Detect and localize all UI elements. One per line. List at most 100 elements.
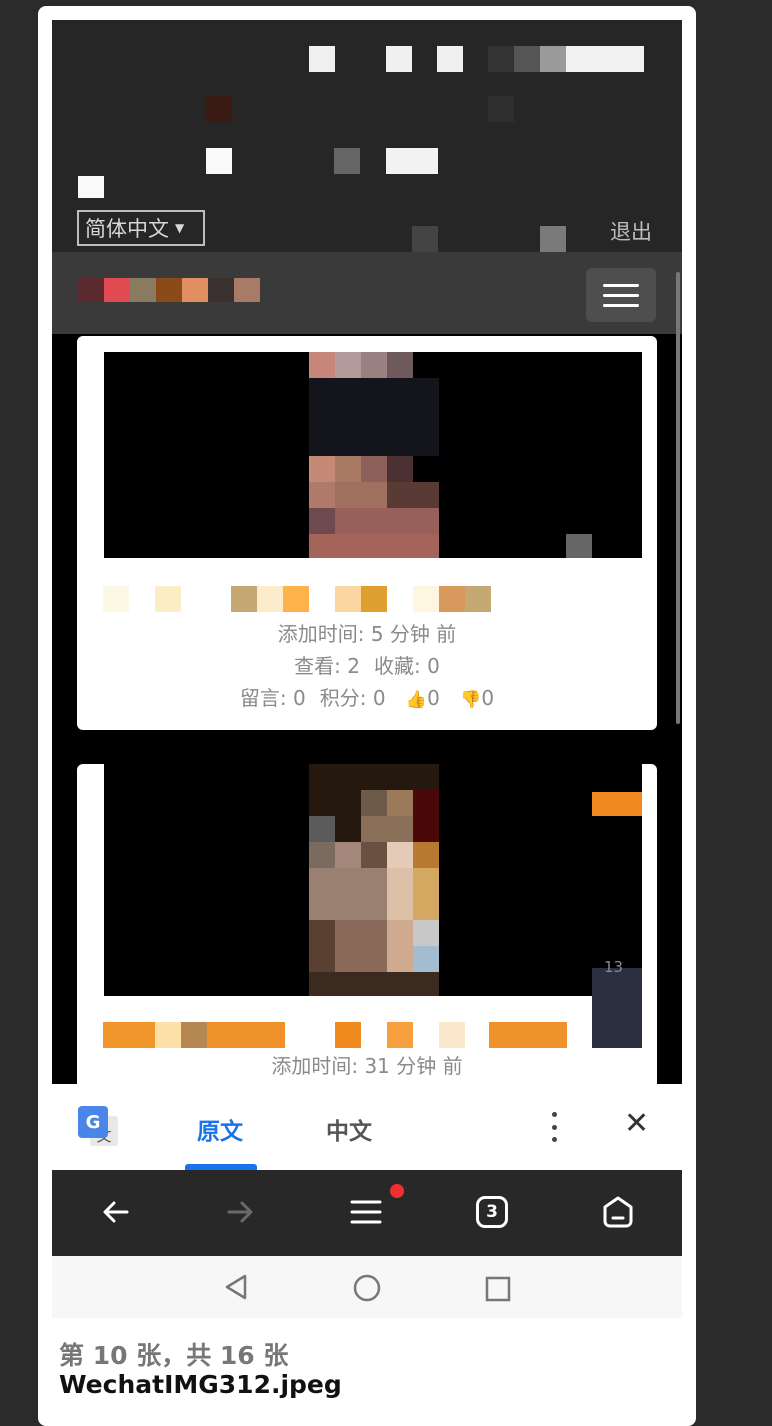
censor-block xyxy=(488,46,514,72)
card-stats-row: 查看: 2 收藏: 0 xyxy=(77,650,657,682)
forward-arrow-icon[interactable] xyxy=(220,1192,260,1232)
google-translate-icon[interactable]: 文 G xyxy=(78,1106,118,1146)
site-header: 简体中文 ▼ 退出 xyxy=(52,20,682,252)
censor-block xyxy=(437,46,463,72)
gallery-filename: WechatIMG312.jpeg xyxy=(59,1370,342,1399)
censor-block xyxy=(335,920,387,972)
censor-block xyxy=(387,456,413,482)
menu-line xyxy=(603,293,639,297)
censor-block xyxy=(335,508,439,534)
language-select[interactable]: 简体中文 ▼ xyxy=(77,210,205,246)
browser-toolbar: 3 xyxy=(52,1170,682,1256)
censor-block xyxy=(387,868,413,920)
card-added-time: 添加时间: 5 分钟 前 xyxy=(277,622,457,646)
hamburger-menu-button[interactable] xyxy=(586,268,656,322)
censor-block xyxy=(540,226,566,252)
back-arrow-icon[interactable] xyxy=(96,1192,136,1232)
censor-block xyxy=(387,842,413,868)
language-select-value: 简体中文 xyxy=(85,217,169,241)
thumbs-down-icon[interactable]: 👎 xyxy=(460,690,481,710)
tab-chinese[interactable]: 中文 xyxy=(326,1112,372,1146)
logo-censor xyxy=(156,278,182,302)
title-censor xyxy=(335,586,361,612)
video-thumbnail[interactable] xyxy=(104,352,642,558)
card-thumbs-up-count: 0 xyxy=(427,686,440,710)
chevron-down-icon: ▼ xyxy=(175,221,185,235)
video-card[interactable]: 添加时间: 5 分钟 前 查看: 2 收藏: 0 留言: 0 积分: 0 👍0 👎0 xyxy=(77,336,657,730)
censor-block xyxy=(206,148,232,174)
title-censor xyxy=(181,1022,207,1048)
tab-original[interactable]: 原文 xyxy=(197,1112,243,1146)
title-censor xyxy=(283,586,309,612)
title-censor xyxy=(103,586,129,612)
menu-line xyxy=(603,303,639,307)
home-circle-icon[interactable] xyxy=(353,1274,381,1302)
logo-censor xyxy=(78,278,104,302)
title-censor xyxy=(257,586,283,612)
video-thumbnail[interactable] xyxy=(104,764,642,996)
tab-count: 3 xyxy=(476,1196,508,1228)
close-icon[interactable]: ✕ xyxy=(624,1106,649,1141)
title-censor xyxy=(103,1022,155,1048)
censor-block xyxy=(309,508,335,534)
video-card[interactable]: 13 添加时间: 31 分钟 前 xyxy=(77,764,657,1104)
thumbs-up-icon[interactable]: 👍 xyxy=(406,690,427,710)
back-triangle-icon[interactable] xyxy=(224,1274,248,1300)
censor-block xyxy=(361,352,387,378)
censor-block xyxy=(387,790,413,816)
censor-block xyxy=(566,46,644,72)
corner-badge: 13 xyxy=(592,958,642,1048)
title-censor xyxy=(155,586,181,612)
tabs-button[interactable]: 3 xyxy=(472,1192,512,1232)
notification-dot xyxy=(390,1184,404,1198)
phone-screenshot: 简体中文 ▼ 退出 添加时间: 5 分钟 前 查看: 2 收藏: 0 留言: 0… xyxy=(52,20,682,1318)
censor-block xyxy=(309,972,439,996)
title-censor xyxy=(465,586,491,612)
censor-block xyxy=(413,868,439,920)
card-added-time: 添加时间: 31 分钟 前 xyxy=(271,1054,463,1078)
censor-block xyxy=(335,482,387,508)
title-censor xyxy=(439,586,465,612)
censor-block xyxy=(412,226,438,252)
censor-block xyxy=(413,790,439,842)
menu-line xyxy=(603,283,639,287)
censor-block xyxy=(78,176,104,198)
censor-block xyxy=(309,482,335,508)
menu-icon[interactable] xyxy=(346,1192,386,1232)
logo-censor xyxy=(130,278,156,302)
censor-block xyxy=(309,816,335,842)
corner-number: 13 xyxy=(604,958,624,976)
card-views: 查看: 2 xyxy=(294,654,360,678)
censor-block xyxy=(361,842,387,868)
censor-block xyxy=(386,148,438,174)
home-icon[interactable] xyxy=(598,1192,638,1232)
card-stats-row-2: 留言: 0 积分: 0 👍0 👎0 xyxy=(77,682,657,716)
title-censor xyxy=(439,1022,465,1048)
title-censor xyxy=(335,1022,361,1048)
censor-block xyxy=(514,46,540,72)
logout-link[interactable]: 退出 xyxy=(610,216,652,246)
censor-block xyxy=(361,816,413,842)
censor-block xyxy=(309,46,335,72)
censor-block xyxy=(387,482,439,508)
censor-block xyxy=(335,842,361,868)
censor-block xyxy=(386,46,412,72)
censor-block xyxy=(309,352,335,378)
more-options-icon[interactable] xyxy=(546,1112,562,1142)
censor-block xyxy=(334,148,360,174)
title-censor xyxy=(155,1022,181,1048)
censor-block xyxy=(309,920,335,972)
page-scrollbar[interactable] xyxy=(676,272,680,724)
recents-square-icon[interactable] xyxy=(485,1276,511,1302)
censor-block xyxy=(309,534,439,558)
censor-block xyxy=(413,842,439,868)
censor-block xyxy=(206,96,232,122)
gallery-position: 第 10 张，共 16 张 xyxy=(59,1341,289,1370)
logo-censor xyxy=(182,278,208,302)
title-censor xyxy=(361,586,387,612)
censor-block xyxy=(309,378,439,456)
censor-block xyxy=(361,456,387,482)
card-thumbs-down-count: 0 xyxy=(481,686,495,710)
censor-block xyxy=(309,868,387,920)
censor-block xyxy=(540,46,566,72)
